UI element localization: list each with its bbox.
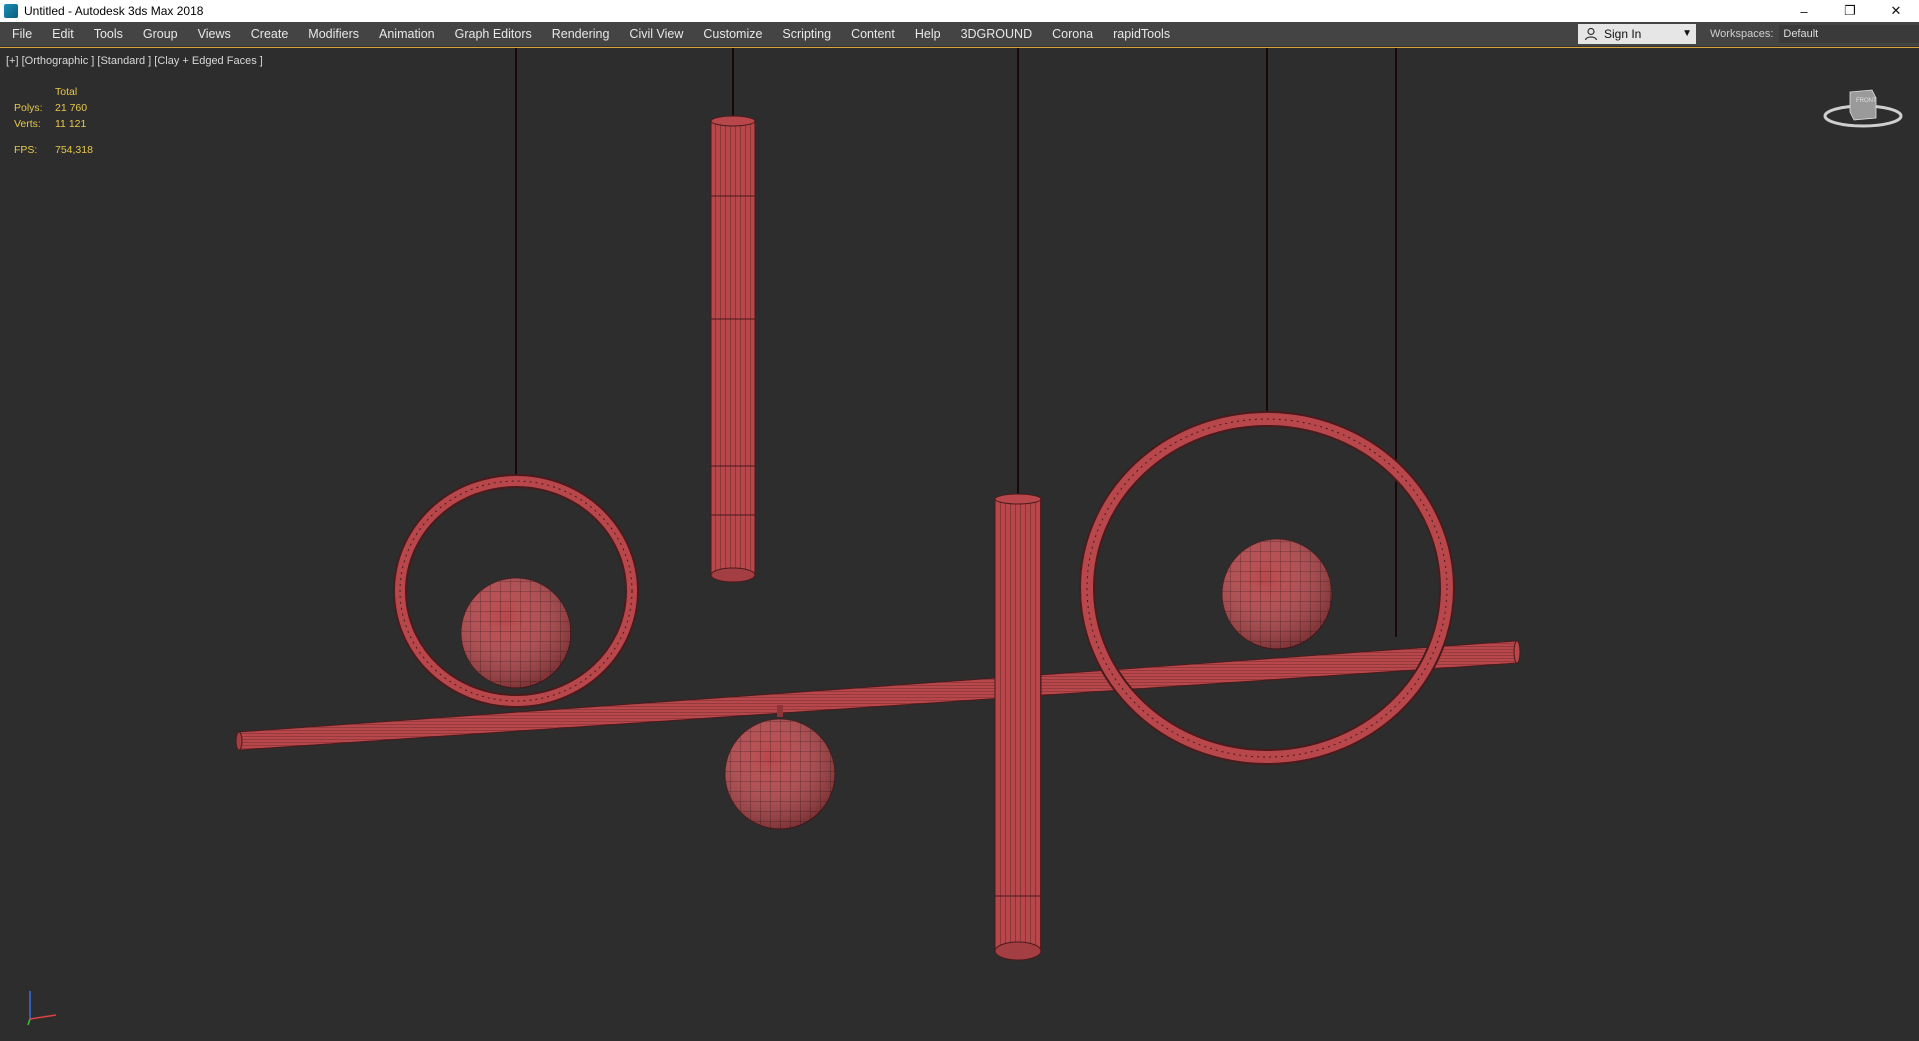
- title-bar: Untitled - Autodesk 3ds Max 2018 – ❐ ✕: [0, 0, 1919, 22]
- menu-views[interactable]: Views: [188, 22, 241, 46]
- chevron-down-icon: ▼: [1682, 28, 1692, 39]
- menu-edit[interactable]: Edit: [42, 22, 84, 46]
- menu-scripting[interactable]: Scripting: [772, 22, 841, 46]
- menu-rapidtools[interactable]: rapidTools: [1103, 22, 1180, 46]
- menu-modifiers[interactable]: Modifiers: [298, 22, 369, 46]
- restore-button[interactable]: ❐: [1827, 0, 1873, 22]
- menu-graph-editors[interactable]: Graph Editors: [445, 22, 542, 46]
- close-button[interactable]: ✕: [1873, 0, 1919, 22]
- menu-3dground[interactable]: 3DGROUND: [951, 22, 1043, 46]
- sign-in-label: Sign In: [1604, 27, 1642, 41]
- menu-tools[interactable]: Tools: [84, 22, 133, 46]
- minimize-button[interactable]: –: [1781, 0, 1827, 22]
- workspaces-label: Workspaces:: [1710, 28, 1774, 40]
- sphere-under-bar: [724, 705, 836, 830]
- menu-corona[interactable]: Corona: [1042, 22, 1103, 46]
- menu-file[interactable]: File: [0, 22, 42, 46]
- user-icon: [1584, 27, 1598, 41]
- menu-content[interactable]: Content: [841, 22, 905, 46]
- tall-cylinder-center: [994, 493, 1042, 961]
- app-icon: [4, 4, 18, 18]
- menu-help[interactable]: Help: [905, 22, 951, 46]
- viewcube-face-label: FRONT: [1856, 98, 1877, 104]
- sphere-left: [460, 577, 572, 689]
- menu-rendering[interactable]: Rendering: [542, 22, 620, 46]
- viewport-orthographic[interactable]: [+] [Orthographic ] [Standard ] [Clay + …: [0, 47, 1919, 1041]
- menu-civil-view[interactable]: Civil View: [619, 22, 693, 46]
- menu-customize[interactable]: Customize: [693, 22, 772, 46]
- tall-cylinder-left: [710, 115, 756, 583]
- viewcube-icon[interactable]: FRONT: [1820, 80, 1906, 130]
- sphere-right: [1221, 538, 1333, 650]
- axis-tripod-icon: [27, 991, 57, 1026]
- sign-in-button[interactable]: Sign In ▼: [1578, 24, 1696, 44]
- scene-geometry: [235, 48, 1521, 961]
- workspaces-control: Workspaces: Default ▼: [1710, 22, 1919, 46]
- workspaces-select[interactable]: Default ▼: [1779, 25, 1919, 43]
- window-title: Untitled - Autodesk 3ds Max 2018: [24, 4, 204, 18]
- menu-create[interactable]: Create: [241, 22, 299, 46]
- window-controls: – ❐ ✕: [1781, 0, 1919, 22]
- workspaces-value: Default: [1783, 28, 1819, 40]
- menu-animation[interactable]: Animation: [369, 22, 445, 46]
- menu-group[interactable]: Group: [133, 22, 188, 46]
